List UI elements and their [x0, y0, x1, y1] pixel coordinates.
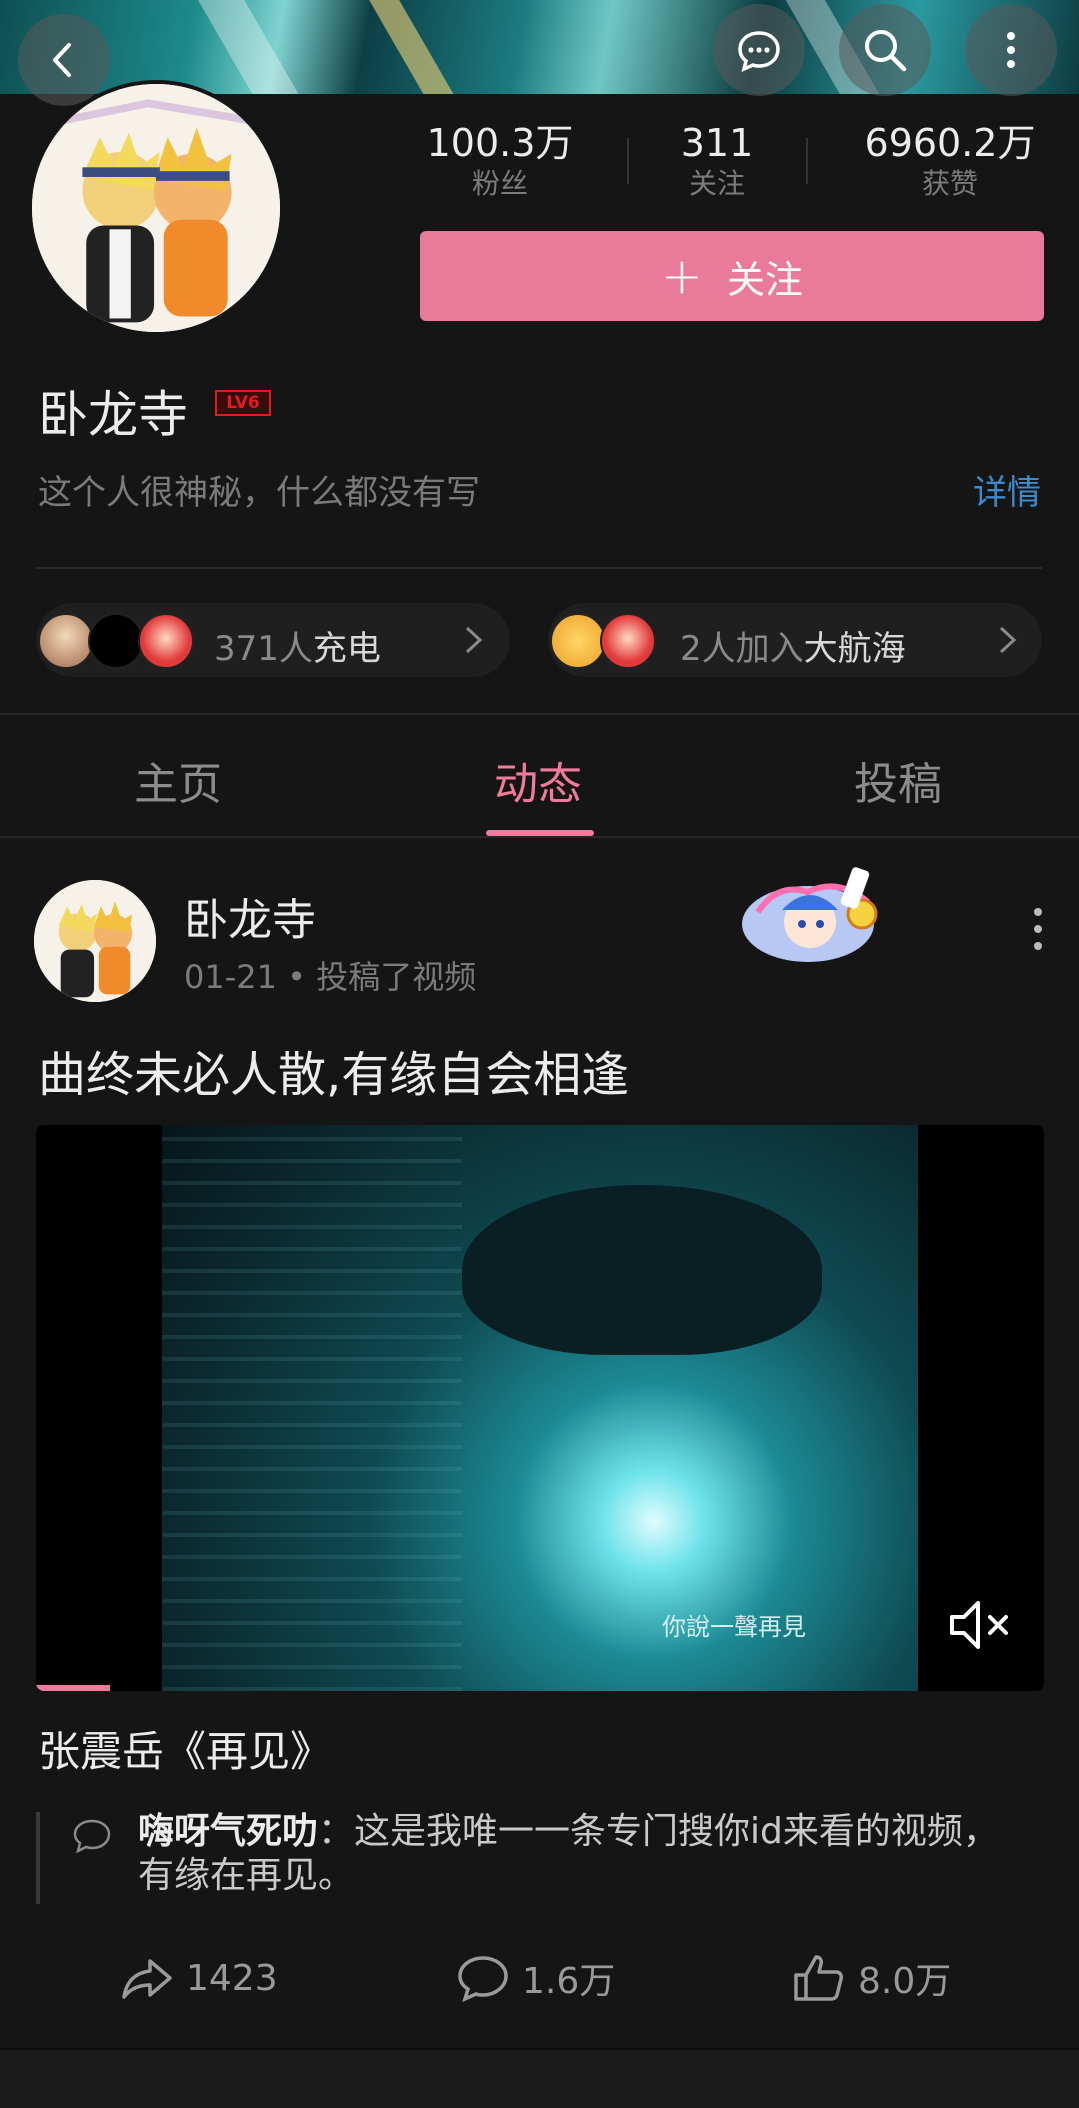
detail-link[interactable]: 详情 [973, 465, 1041, 514]
more-button[interactable] [965, 4, 1057, 96]
like-count: 8.0万 [858, 1961, 952, 2002]
following-label: 关注 [688, 167, 745, 200]
chevron-right-icon [465, 626, 483, 654]
tab-dynamic[interactable]: 动态 [494, 748, 582, 812]
followers-stat[interactable]: 100.3万 粉丝 [400, 120, 600, 202]
likes-label: 获赞 [921, 167, 978, 200]
divider [36, 567, 1042, 569]
message-icon [738, 31, 780, 73]
video-subtitle: 你說一聲再見 [662, 1613, 806, 1641]
post-more-icon[interactable] [1030, 906, 1046, 952]
charge-action: 充电 [312, 629, 381, 669]
avatar-illustration [34, 880, 156, 1002]
section-divider [0, 713, 1079, 715]
charge-text: 371人充电 [214, 621, 381, 670]
tab-home[interactable]: 主页 [134, 748, 222, 812]
post-text: 曲终未必人散,有缘自会相逢 [38, 1047, 630, 1103]
post-author-name[interactable]: 卧龙寺 [184, 884, 316, 948]
voyage-action: 大航海 [803, 629, 906, 669]
thumbs-up-icon [794, 1955, 843, 2001]
tab-uploads[interactable]: 投稿 [854, 748, 942, 812]
following-stat[interactable]: 311 关注 [632, 120, 802, 202]
followers-count: 100.3万 [426, 121, 574, 165]
plus-icon: + [661, 247, 703, 305]
video-player[interactable]: 你說一聲再見 [36, 1125, 1044, 1691]
comment-count: 1.6万 [522, 1961, 616, 2002]
avatar-illustration [32, 84, 280, 332]
share-count: 1423 [186, 1957, 278, 1999]
post-meta: 01-21 • 投稿了视频 [184, 958, 477, 996]
charge-pill[interactable]: 371人充电 [36, 603, 510, 677]
chevron-right-icon [999, 626, 1017, 654]
comment-icon [458, 1956, 508, 2003]
follow-label: 关注 [726, 257, 803, 302]
following-count: 311 [680, 121, 754, 165]
charger-avatar [138, 613, 194, 669]
search-button[interactable] [839, 4, 931, 96]
video-progress [36, 1685, 110, 1691]
comment-button[interactable]: 1.6万 [456, 1950, 615, 2006]
follow-button[interactable]: + 关注 [420, 231, 1044, 321]
more-vertical-icon [1007, 32, 1015, 68]
share-icon [122, 1959, 172, 1999]
stat-divider [806, 138, 808, 184]
profile-stats: 100.3万 粉丝 311 关注 6960.2万 获赞 [400, 120, 1060, 210]
stat-divider [627, 138, 629, 184]
hot-comment[interactable]: 嗨呀气死叻：这是我唯一一条专门搜你id来看的视频，有缘在再见。 [138, 1810, 1018, 1898]
tabs-divider [0, 836, 1079, 838]
username: 卧龙寺 [38, 386, 188, 444]
decoration-sticker [742, 867, 878, 962]
mute-icon[interactable] [946, 1595, 1016, 1655]
likes-count: 6960.2万 [864, 121, 1036, 165]
voyage-member-avatar [600, 613, 656, 669]
likes-stat: 6960.2万 获赞 [840, 120, 1060, 202]
comment-user[interactable]: 嗨呀气死叻 [138, 1811, 318, 1852]
profile-bio: 这个人很神秘，什么都没有写 [38, 473, 480, 513]
followers-label: 粉丝 [471, 167, 528, 200]
search-icon [865, 30, 907, 72]
charge-count: 371人 [214, 629, 313, 669]
like-button[interactable]: 8.0万 [792, 1950, 951, 2006]
voyage-member-avatar [550, 613, 606, 669]
video-title[interactable]: 张震岳《再见》 [38, 1718, 332, 1779]
quote-bar [36, 1812, 40, 1904]
video-frame: 你說一聲再見 [162, 1125, 918, 1691]
voyage-count: 2人加入 [680, 629, 804, 669]
comment-bubble-icon [73, 1819, 111, 1854]
level-badge: LV6 [215, 390, 271, 416]
charger-avatar [88, 613, 144, 669]
share-button[interactable]: 1423 [120, 1950, 278, 2006]
back-arrow-icon [53, 43, 71, 77]
voyage-text: 2人加入大航海 [680, 621, 906, 670]
post-author-avatar[interactable] [34, 880, 156, 1002]
back-button[interactable] [18, 14, 110, 106]
profile-avatar[interactable] [28, 80, 284, 336]
message-button[interactable] [713, 4, 805, 96]
charger-avatar [38, 613, 94, 669]
voyage-pill[interactable]: 2人加入大航海 [548, 603, 1042, 677]
next-post-preview [0, 2048, 1079, 2108]
